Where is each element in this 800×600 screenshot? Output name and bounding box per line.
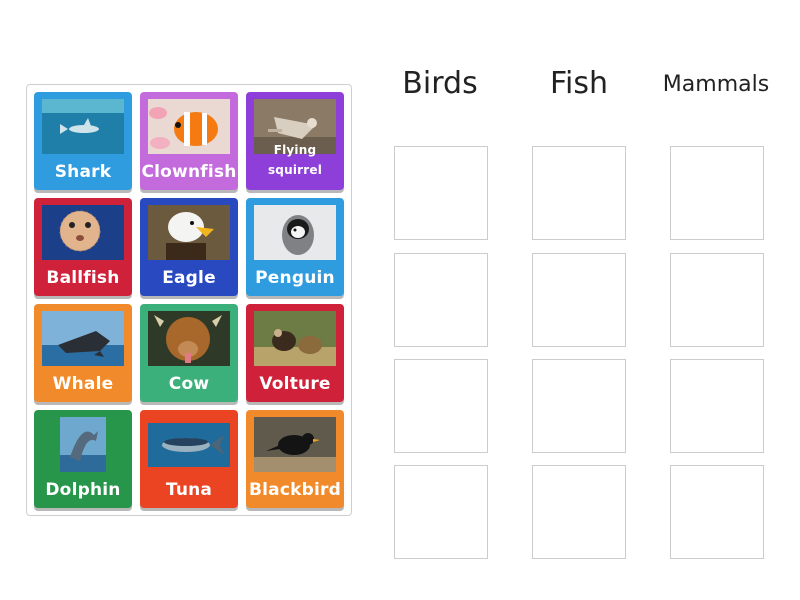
card-eagle[interactable]: Eagle [140,198,238,296]
card-label: Penguin [255,268,335,288]
card-label: Cow [168,374,210,394]
card-label: Shark [54,162,112,182]
card-cow[interactable]: Cow [140,304,238,402]
drop-zone-birds[interactable] [394,253,488,347]
card-whale[interactable]: Whale [34,304,132,402]
card-shark[interactable]: Shark [34,92,132,190]
drop-zone-fish[interactable] [532,465,626,559]
column-header-mammals: Mammals [662,72,770,97]
drop-zone-mammals[interactable] [670,359,764,453]
vulture-photo [254,311,336,366]
tuna-photo [148,423,230,467]
card-label: Flying squirrel [267,143,323,177]
drop-zone-mammals[interactable] [670,146,764,240]
card-clownfish[interactable]: Clownfish [140,92,238,190]
card-tuna[interactable]: Tuna [140,410,238,508]
drop-zone-birds[interactable] [394,359,488,453]
drop-zone-birds[interactable] [394,146,488,240]
drop-zone-fish[interactable] [532,253,626,347]
cow-photo [148,311,230,366]
card-label: Blackbird [249,480,341,500]
whale-photo [42,311,124,366]
card-label: Ballfish [46,268,120,288]
card-label: Dolphin [45,480,121,500]
column-header-birds: Birds [402,66,478,101]
penguin-photo [254,205,336,260]
ballfish-photo [42,205,124,260]
column-header-fish: Fish [549,66,609,101]
clownfish-photo [148,99,230,154]
blackbird-photo [254,417,336,472]
drop-zone-fish[interactable] [532,359,626,453]
card-flying-squirrel[interactable]: Flying squirrel [246,92,344,190]
dolphin-photo [60,417,106,472]
eagle-photo [148,205,230,260]
drop-zone-mammals[interactable] [670,465,764,559]
card-label: Clownfish [141,162,237,182]
shark-photo [42,99,124,154]
card-penguin[interactable]: Penguin [246,198,344,296]
card-label: Eagle [162,268,216,288]
card-label: Volture [259,374,331,394]
card-ballfish[interactable]: Ballfish [34,198,132,296]
drop-zone-mammals[interactable] [670,253,764,347]
card-dolphin[interactable]: Dolphin [34,410,132,508]
card-label: Tuna [165,480,213,500]
card-blackbird[interactable]: Blackbird [246,410,344,508]
drop-zone-birds[interactable] [394,465,488,559]
card-volture[interactable]: Volture [246,304,344,402]
drop-zone-fish[interactable] [532,146,626,240]
card-label: Whale [52,374,114,394]
